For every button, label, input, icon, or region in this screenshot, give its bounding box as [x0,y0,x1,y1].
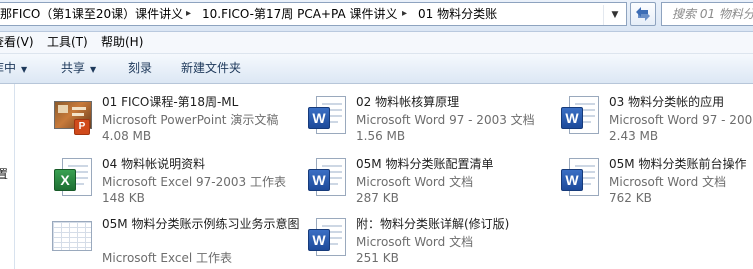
file-name: 01 FICO课程-第18周-ML [102,95,239,109]
file-item[interactable]: P 01 FICO课程-第18周-ML Microsoft PowerPoint… [52,95,292,147]
address-bar[interactable]: 那FICO（第1课至20课）课件讲义 ▸ 10.FICO-第17周 PCA+PA… [0,2,627,26]
file-type: Microsoft Word 97 - 2003 文档 [609,113,753,127]
file-size: 251 KB [356,251,399,265]
refresh-button[interactable] [630,2,656,26]
file-size: 148 KB [102,191,145,205]
share-label: 共享 [61,61,86,75]
navigation-item-fragment[interactable]: 置 [0,165,8,182]
address-bar-row: 那FICO（第1课至20课）课件讲义 ▸ 10.FICO-第17周 PCA+PA… [0,0,753,32]
menu-bar: 查看(V) 工具(T) 帮助(H) [0,32,753,54]
file-size: 4.08 MB [102,129,152,143]
breadcrumb-current-folder[interactable]: 01 物料分类账 [418,3,497,25]
file-item[interactable]: W 02 物料帐核算原理 Microsoft Word 97 - 2003 文档… [306,95,546,147]
menu-tools[interactable]: 工具(T) [47,32,88,53]
file-item[interactable]: W 05M 物料分类账配置清单 Microsoft Word 文档 287 KB [306,157,546,209]
excel-spreadsheet-thumbnail-icon [52,217,96,263]
file-type: Microsoft Word 文档 [609,175,727,189]
file-type: Microsoft Excel 工作表 [102,251,233,265]
word-file-icon: W [306,95,350,141]
file-type: Microsoft Word 文档 [356,175,474,189]
file-name: 附：物料分类账详解(修订版) [356,217,510,231]
file-name: 02 物料帐核算原理 [356,95,460,109]
file-name: 05M 物料分类账前台操作 [609,157,747,171]
file-size: 2.43 MB [609,129,659,143]
refresh-icon [636,7,650,21]
word-file-icon: W [559,95,603,141]
file-size: 762 KB [609,191,652,205]
burn-button[interactable]: 刻录 [128,54,152,83]
file-item[interactable]: W 附：物料分类账详解(修订版) Microsoft Word 文档 251 K… [306,217,546,269]
file-item[interactable]: X 04 物料帐说明资料 Microsoft Excel 97-2003 工作表… [52,157,292,209]
address-history-dropdown-icon[interactable]: ▼ [603,5,626,25]
word-file-icon: W [559,157,603,203]
file-item[interactable]: W 05M 物料分类账前台操作 Microsoft Word 文档 762 KB [559,157,753,209]
share-button[interactable]: 共享 ▼ [61,54,96,84]
word-badge: W [308,229,330,251]
excel-file-icon: X [52,157,96,203]
chevron-down-icon: ▼ [21,65,28,74]
file-type: Microsoft Word 文档 [356,235,474,249]
word-badge: W [561,107,583,129]
word-file-icon: W [306,157,350,203]
file-name: 05M 物料分类账示例练习业务示意图 [102,217,300,231]
breadcrumb-separator[interactable]: ▸ [186,3,191,25]
file-item[interactable]: 05M 物料分类账示例练习业务示意图 Microsoft Excel 工作表 [52,217,299,269]
word-badge: W [308,169,330,191]
breadcrumb-week17-folder[interactable]: 10.FICO-第17周 PCA+PA 课件讲义 [202,3,397,25]
file-type: Microsoft PowerPoint 演示文稿 [102,113,279,127]
file-size: 287 KB [356,191,399,205]
file-size: 1.56 MB [356,129,406,143]
search-placeholder[interactable]: 搜索 01 物料分类账 [672,3,753,25]
include-in-library-label: 库中 [0,61,17,75]
command-toolbar: 库中 ▼ 共享 ▼ 刻录 新建文件夹 [0,54,753,84]
file-name: 05M 物料分类账配置清单 [356,157,494,171]
breadcrumb-separator[interactable]: ▸ [402,3,407,25]
chevron-down-icon: ▼ [90,65,97,74]
menu-view[interactable]: 查看(V) [0,32,34,53]
breadcrumb-course-root[interactable]: 那FICO（第1课至20课）课件讲义 [0,3,183,25]
word-badge: W [308,107,330,129]
powerpoint-badge: P [74,119,90,135]
powerpoint-file-icon: P [52,95,96,141]
file-name: 03 物料分类帐的应用 [609,95,725,109]
menu-help[interactable]: 帮助(H) [101,32,143,53]
search-box[interactable]: 搜索 01 物料分类账 [661,2,753,26]
file-name: 04 物料帐说明资料 [102,157,206,171]
include-in-library-button[interactable]: 库中 ▼ [0,54,27,84]
word-badge: W [561,169,583,191]
file-type: Microsoft Word 97 - 2003 文档 [356,113,535,127]
file-type: Microsoft Excel 97-2003 工作表 [102,175,286,189]
new-folder-button[interactable]: 新建文件夹 [181,54,241,83]
excel-badge: X [54,169,76,191]
file-item[interactable]: W 03 物料分类帐的应用 Microsoft Word 97 - 2003 文… [559,95,753,147]
word-file-icon: W [306,217,350,263]
